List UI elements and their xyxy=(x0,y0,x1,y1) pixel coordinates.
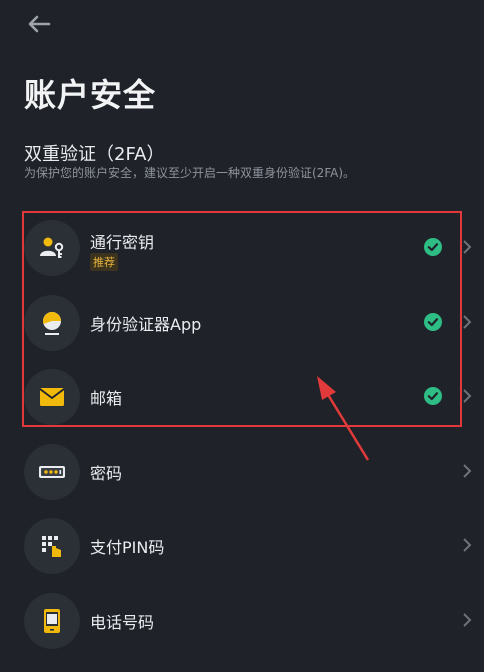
phone-icon xyxy=(24,592,80,649)
list-item-passkey[interactable]: 通行密钥 推荐 xyxy=(0,210,484,285)
back-arrow-icon xyxy=(28,15,51,33)
email-icon xyxy=(24,369,80,425)
item-label: 通行密钥 xyxy=(90,233,155,252)
chevron-right-icon xyxy=(463,314,472,329)
recommended-badge: 推荐 xyxy=(90,253,118,271)
chevron-right-icon xyxy=(463,612,472,627)
chevron-right-icon xyxy=(463,389,472,403)
check-circle-icon xyxy=(424,387,442,405)
item-label: 密码 xyxy=(90,463,123,483)
chevron-right-icon xyxy=(463,538,472,552)
twofa-section-title: 双重验证（2FA） xyxy=(24,144,165,165)
check-circle-icon xyxy=(424,312,442,331)
security-settings-list: 通行密钥 推荐 身份验证器App 邮箱 密码 支付PIN码 电话号码 xyxy=(0,210,484,657)
chevron-right-icon xyxy=(463,240,472,254)
payment-pin-icon xyxy=(24,518,80,574)
authenticator-icon xyxy=(24,294,80,351)
list-item-payment-pin[interactable]: 支付PIN码 xyxy=(0,508,484,583)
twofa-section-description: 为保护您的账户安全，建议至少开启一种双重身份验证(2FA)。 xyxy=(24,166,356,180)
password-icon xyxy=(24,443,80,500)
list-item-authenticator[interactable]: 身份验证器App xyxy=(0,285,484,360)
item-label: 身份验证器App xyxy=(90,314,202,334)
item-label: 支付PIN码 xyxy=(90,538,165,557)
item-label: 邮箱 xyxy=(90,389,123,408)
list-item-password[interactable]: 密码 xyxy=(0,434,484,509)
back-button[interactable] xyxy=(24,10,54,38)
item-label: 电话号码 xyxy=(90,612,155,632)
list-item-email[interactable]: 邮箱 xyxy=(0,359,484,434)
list-item-phone[interactable]: 电话号码 xyxy=(0,583,484,658)
check-circle-icon xyxy=(424,238,442,256)
page-title: 账户安全 xyxy=(24,76,157,114)
passkey-icon xyxy=(24,220,80,276)
chevron-right-icon xyxy=(463,463,472,478)
